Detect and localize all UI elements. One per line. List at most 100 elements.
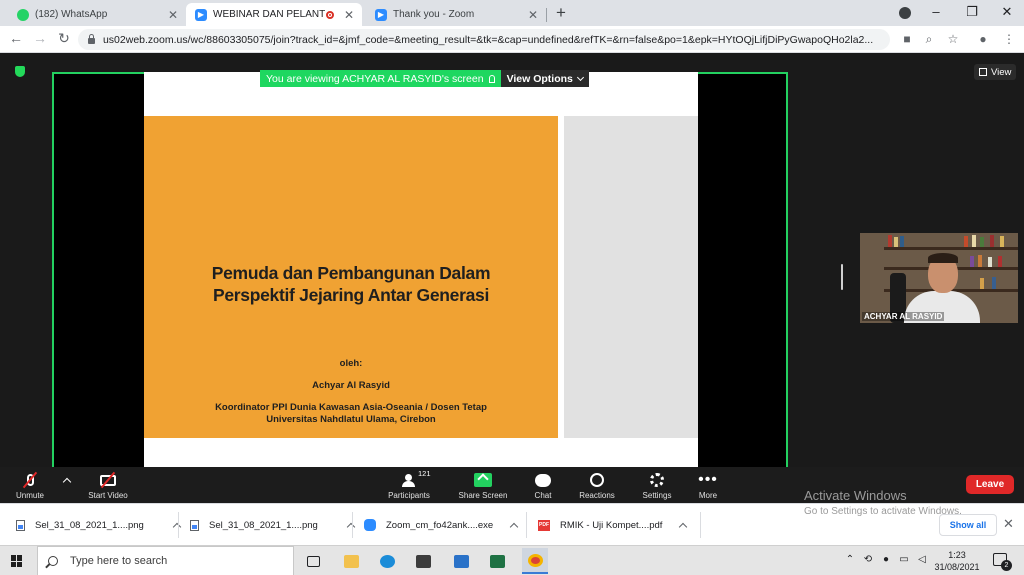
tab-title: (182) WhatsApp <box>35 9 108 20</box>
slide-author: Achyar Al Rasyid <box>312 380 390 391</box>
download-filename: Zoom_cm_fo42ank....exe <box>386 519 494 531</box>
task-view-icon[interactable] <box>300 548 326 574</box>
profile-icon[interactable]: ● <box>976 32 990 46</box>
leave-button[interactable]: Leave <box>966 475 1014 494</box>
bookmark-star-icon[interactable]: ☆ <box>946 32 960 46</box>
excel-icon[interactable] <box>484 548 510 574</box>
unmute-button[interactable]: Unmute <box>14 469 46 500</box>
more-label: More <box>698 491 718 500</box>
whatsapp-icon <box>17 8 29 21</box>
zoom-icon: ▶ <box>195 8 207 21</box>
back-icon[interactable]: ← <box>8 30 24 46</box>
url-text: us02web.zoom.us/wc/88603305075/join?trac… <box>102 33 874 46</box>
tab-thank-you-zoom[interactable]: ▶ Thank you - Zoom ✕ <box>366 3 546 26</box>
taskbar-clock[interactable]: 1:23 31/08/2021 <box>932 549 982 573</box>
tab-whatsapp[interactable]: (182) WhatsApp ✕ <box>8 3 186 26</box>
image-file-icon <box>16 519 25 531</box>
close-tab-icon[interactable]: ✕ <box>526 8 540 22</box>
participants-label: Participants <box>388 491 430 500</box>
share-screen-label: Share Screen <box>458 491 508 500</box>
sync-icon[interactable]: ⟲ <box>862 554 874 565</box>
book <box>990 235 994 247</box>
chevron-up-icon[interactable] <box>172 522 182 532</box>
chrome-icon[interactable] <box>522 548 548 574</box>
chat-icon <box>535 469 551 491</box>
view-layout-icon <box>979 68 987 76</box>
book <box>894 237 898 247</box>
chevron-up-icon[interactable] <box>679 522 688 532</box>
minimize-icon[interactable]: – <box>928 4 944 19</box>
chat-button[interactable]: Chat <box>532 469 554 500</box>
book <box>992 277 996 289</box>
battery-icon[interactable]: ▭ <box>898 554 910 565</box>
address-bar[interactable]: us02web.zoom.us/wc/88603305075/join?trac… <box>78 29 890 50</box>
menu-icon[interactable]: ⋮ <box>1002 32 1016 46</box>
new-tab-button[interactable]: + <box>553 3 569 23</box>
chevron-up-icon[interactable] <box>509 522 519 532</box>
book <box>888 235 892 247</box>
download-filename: Sel_31_08_2021_1....png <box>35 519 144 531</box>
close-tab-icon[interactable]: ✕ <box>166 8 180 22</box>
browser-tab-strip: (182) WhatsApp ✕ ▶ WEBINAR DAN PELANTIKA… <box>0 0 1024 26</box>
zoom-page-icon[interactable]: ⌕ <box>922 32 936 47</box>
volume-icon[interactable]: ◁ <box>916 554 928 565</box>
windows-start-icon[interactable] <box>11 555 23 567</box>
panel-resize-handle[interactable] <box>841 264 843 290</box>
chat-label: Chat <box>534 491 552 500</box>
window-close-icon[interactable]: ✕ <box>999 4 1015 20</box>
reload-icon[interactable]: ↻ <box>56 30 72 47</box>
book <box>972 235 976 247</box>
share-screen-button[interactable]: Share Screen <box>457 469 509 500</box>
participant-count: 121 <box>418 469 431 478</box>
store-icon[interactable] <box>410 548 436 574</box>
settings-button[interactable]: Settings <box>641 469 673 500</box>
gear-icon <box>650 469 664 491</box>
view-options-dropdown[interactable]: View Options <box>500 70 589 87</box>
camera-permission-icon[interactable]: ■ <box>900 32 914 46</box>
chevron-down-icon <box>576 73 584 81</box>
show-hidden-icons-chevron-icon[interactable]: ⌃ <box>844 554 856 565</box>
edge-icon[interactable] <box>374 548 400 574</box>
show-all-downloads-button[interactable]: Show all <box>939 514 997 536</box>
tab-webinar[interactable]: ▶ WEBINAR DAN PELANTIKAN ✕ <box>186 3 362 26</box>
search-icon <box>48 556 58 566</box>
close-tab-icon[interactable]: ✕ <box>342 8 356 22</box>
presentation-slide: Pemuda dan Pembangunan Dalam Perspektif … <box>144 72 698 469</box>
mail-icon[interactable] <box>448 548 474 574</box>
notification-count-badge: 2 <box>1001 560 1012 571</box>
zoom-installer-icon <box>364 519 376 531</box>
microphone-tray-icon[interactable]: ● <box>880 554 892 565</box>
file-explorer-icon[interactable] <box>338 548 364 574</box>
divider <box>526 512 527 538</box>
more-button[interactable]: ••• More <box>697 469 719 501</box>
audio-options-caret-icon[interactable] <box>62 477 72 487</box>
view-button[interactable]: View <box>974 64 1017 80</box>
share-screen-icon <box>474 469 492 491</box>
restore-icon[interactable]: ❐ <box>964 4 980 20</box>
close-downloads-icon[interactable]: ✕ <box>1003 516 1014 532</box>
download-item[interactable]: Sel_31_08_2021_1....png <box>16 504 182 546</box>
download-item[interactable]: Zoom_cm_fo42ank....exe <box>364 504 519 546</box>
pin-icon <box>488 74 495 83</box>
slide-title-panel: Pemuda dan Pembangunan Dalam Perspektif … <box>144 116 558 438</box>
book <box>988 257 992 267</box>
book <box>980 278 984 289</box>
participant-video-tile[interactable]: ACHYAR AL RASYID <box>860 233 1018 323</box>
tab-search-icon[interactable] <box>899 7 911 19</box>
download-item[interactable]: Sel_31_08_2021_1....png <box>190 504 356 546</box>
book <box>998 256 1002 267</box>
download-item[interactable]: PDF RMIK - Uji Kompet....pdf <box>538 504 688 546</box>
reactions-button[interactable]: Reactions <box>578 469 616 500</box>
download-filename: Sel_31_08_2021_1....png <box>209 519 318 531</box>
video-off-icon <box>100 469 116 491</box>
encryption-shield-icon[interactable] <box>15 66 25 77</box>
forward-icon[interactable]: → <box>32 30 48 46</box>
tab-divider <box>546 8 547 22</box>
start-video-button[interactable]: Start Video <box>86 469 130 500</box>
book <box>964 236 968 247</box>
divider <box>352 512 353 538</box>
taskbar-search-input[interactable]: Type here to search <box>37 546 294 575</box>
shared-screen: Pemuda dan Pembangunan Dalam Perspektif … <box>52 72 788 469</box>
unmute-label: Unmute <box>15 491 44 500</box>
chevron-up-icon[interactable] <box>346 522 356 532</box>
